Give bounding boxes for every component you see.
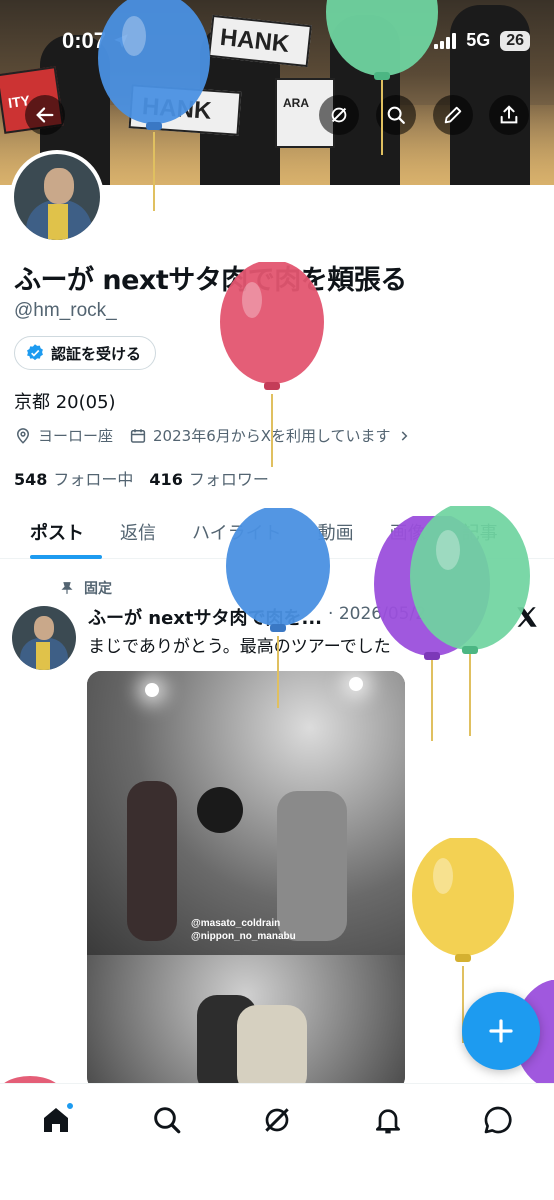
profile-name: ふーが nextサタ肉で肉を頬張る	[14, 265, 407, 296]
post-avatar-shirt	[36, 642, 50, 670]
get-verified-label: 認証を受ける	[51, 344, 142, 363]
post-avatar-face	[34, 616, 54, 640]
photo-credit: @masato_coldrain @nippon_no_manabu	[191, 918, 296, 942]
follow-stats: 548 フォロー中 416 フォロワー	[14, 466, 269, 490]
performer-figure	[127, 781, 177, 941]
performer-figure	[237, 1005, 307, 1091]
following-label: フォロー中	[53, 470, 134, 489]
drum-kit	[197, 787, 243, 833]
battery-indicator: 26	[500, 30, 530, 51]
bell-icon	[376, 1109, 400, 1134]
nav-grok[interactable]	[257, 1100, 297, 1140]
location-icon	[16, 427, 30, 444]
grok-button[interactable]	[319, 95, 359, 135]
media-photo-bottom	[87, 955, 405, 1091]
nav-home[interactable]	[36, 1100, 76, 1140]
post-text: まじでありがとう。最高のツアーでした	[88, 637, 391, 657]
profile-avatar[interactable]	[10, 150, 104, 244]
tab-articles[interactable]: 記事	[444, 505, 516, 559]
profile-location: ヨーロー座	[38, 427, 114, 445]
back-arrow-icon	[36, 107, 54, 123]
location-arrow-icon	[114, 34, 128, 48]
tab-images[interactable]: 画像	[372, 505, 444, 559]
profile-tabs: ポスト 返信 ハイライト 動画 画像 記事	[0, 505, 554, 559]
plus-icon	[489, 1019, 513, 1043]
verified-badge-icon	[27, 344, 43, 361]
tab-videos[interactable]: 動画	[300, 505, 372, 559]
grok-nav-icon	[265, 1108, 289, 1132]
search-button[interactable]	[376, 95, 416, 135]
status-time: 0:07	[62, 28, 130, 54]
messages-icon	[484, 1106, 512, 1134]
nav-notifications[interactable]	[368, 1100, 408, 1140]
chevron-right-icon[interactable]	[397, 429, 411, 443]
calendar-icon	[130, 428, 146, 443]
profile-joined[interactable]: 2023年6月からXを利用しています	[153, 425, 391, 446]
grok-icon	[331, 107, 347, 123]
followers-count: 416	[149, 470, 183, 489]
following-count: 548	[14, 470, 48, 489]
following-link[interactable]: 548 フォロー中	[14, 466, 133, 490]
nav-explore[interactable]	[147, 1100, 187, 1140]
get-verified-button[interactable]: 認証を受ける	[14, 336, 157, 370]
nav-messages[interactable]	[478, 1100, 518, 1140]
search-icon	[387, 106, 405, 124]
signal-icon	[434, 32, 457, 49]
edit-button[interactable]	[433, 95, 473, 135]
avatar-face	[44, 168, 74, 204]
back-button[interactable]	[25, 95, 65, 135]
network-label: 5G	[466, 30, 491, 50]
explore-icon	[154, 1107, 181, 1134]
notification-dot	[66, 1102, 74, 1110]
edit-icon	[444, 106, 462, 124]
profile-bio: 京都 20(05)	[14, 392, 116, 413]
status-bar: 0:07 5G 26	[0, 0, 554, 80]
profile-meta: ヨーロー座 2023年6月からXを利用しています	[14, 425, 411, 446]
followers-label: フォロワー	[188, 470, 269, 489]
banner-flag: HANK	[128, 84, 242, 136]
tab-replies[interactable]: 返信	[102, 505, 174, 559]
pin-icon	[61, 582, 73, 594]
followers-link[interactable]: 416 フォロワー	[149, 466, 268, 490]
share-button[interactable]	[489, 95, 529, 135]
share-icon	[500, 105, 518, 124]
avatar-shirt	[48, 204, 68, 240]
post-date: · 2026/05/2	[328, 604, 427, 624]
post-media[interactable]: @masato_coldrain @nippon_no_manabu	[87, 671, 405, 1091]
pinned-indicator: 固定	[60, 578, 112, 598]
profile-handle: @hm_rock_	[14, 300, 117, 321]
compose-post-button[interactable]	[462, 992, 540, 1070]
post-avatar[interactable]	[12, 606, 76, 670]
post-header: ふーが nextサタ肉で肉を... · 2026/05/2	[88, 604, 508, 630]
stage-light	[145, 683, 159, 697]
post-author[interactable]: ふーが nextサタ肉で肉を...	[88, 604, 322, 630]
status-right: 5G 26	[434, 30, 530, 51]
x-logo-icon[interactable]	[514, 604, 540, 630]
media-photo-top: @masato_coldrain @nippon_no_manabu	[87, 671, 405, 955]
bottom-nav	[0, 1083, 554, 1200]
pinned-label: 固定	[84, 581, 112, 597]
tab-posts[interactable]: ポスト	[0, 505, 102, 559]
stage-light	[349, 677, 363, 691]
tab-highlights[interactable]: ハイライト	[174, 505, 300, 559]
